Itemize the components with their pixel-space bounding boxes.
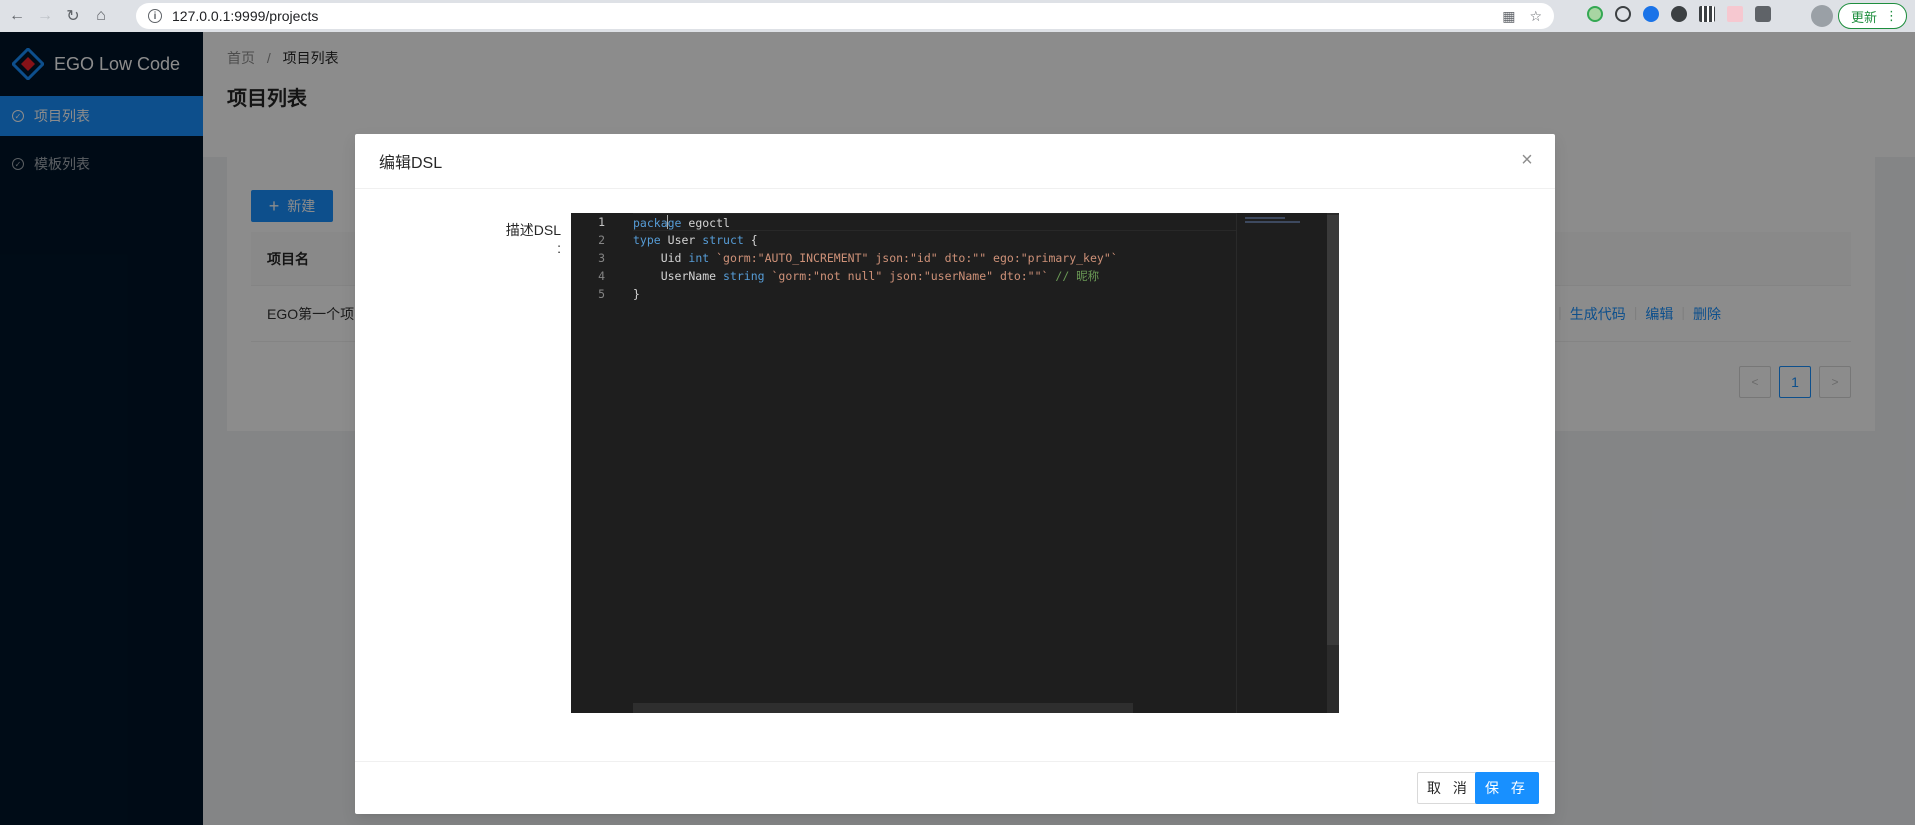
more-menu-icon[interactable]: ⋮ xyxy=(1885,8,1898,24)
code-line[interactable]: package egoctl xyxy=(633,213,1293,231)
forward-icon[interactable]: → xyxy=(34,5,56,27)
extension-blue-icon[interactable] xyxy=(1643,6,1659,22)
site-info-icon[interactable]: i xyxy=(148,9,162,23)
modal-header: 编辑DSL × xyxy=(355,134,1555,189)
dsl-field-label: 描述DSL : xyxy=(505,222,561,256)
extension-timer-icon[interactable] xyxy=(1615,6,1631,22)
horizontal-scrollbar[interactable] xyxy=(633,703,1133,713)
update-label: 更新 xyxy=(1850,9,1877,25)
code-line[interactable]: type User struct { xyxy=(633,231,1293,249)
line-number: 3 xyxy=(598,251,605,265)
close-icon[interactable]: × xyxy=(1517,150,1537,171)
extension-e-icon[interactable] xyxy=(1671,6,1687,22)
cancel-button[interactable]: 取 消 xyxy=(1417,772,1481,804)
code-line[interactable]: Uid int `gorm:"AUTO_INCREMENT" json:"id"… xyxy=(633,249,1293,267)
url-text[interactable]: 127.0.0.1:9999/projects xyxy=(172,8,318,24)
code-line[interactable]: UserName string `gorm:"not null" json:"u… xyxy=(633,267,1293,285)
home-icon[interactable]: ⌂ xyxy=(90,5,112,27)
update-button[interactable]: 更新 ⋮ xyxy=(1837,3,1907,29)
translate-icon[interactable]: ▦ xyxy=(1502,8,1515,25)
line-number: 2 xyxy=(598,233,605,247)
extension-green-icon[interactable] xyxy=(1587,6,1603,22)
modal-title: 编辑DSL xyxy=(379,155,443,172)
puzzle-icon[interactable] xyxy=(1755,6,1771,22)
text-cursor xyxy=(667,215,668,229)
browser-toolbar: ← → ↻ ⌂ i 127.0.0.1:9999/projects ▦ ☆ 更新… xyxy=(0,0,1915,32)
address-bar[interactable]: i 127.0.0.1:9999/projects ▦ ☆ xyxy=(136,3,1554,29)
scrollbar-thumb[interactable] xyxy=(1327,215,1339,645)
edit-dsl-modal: 编辑DSL × 描述DSL : 1 2 3 4 5 package egoctl… xyxy=(355,134,1555,814)
extension-red-icon[interactable] xyxy=(1727,6,1743,22)
editor-minimap[interactable] xyxy=(1236,213,1328,713)
save-button[interactable]: 保 存 xyxy=(1475,772,1539,804)
line-number-gutter: 1 2 3 4 5 xyxy=(571,213,633,713)
line-number: 5 xyxy=(598,287,605,301)
code-area[interactable]: package egoctl type User struct { Uid in… xyxy=(633,213,1293,303)
modal-footer: 取 消 保 存 xyxy=(355,761,1555,814)
code-line[interactable]: } xyxy=(633,285,1293,303)
bookmark-star-icon[interactable]: ☆ xyxy=(1529,8,1542,25)
reload-icon[interactable]: ↻ xyxy=(62,5,84,27)
profile-avatar[interactable] xyxy=(1811,5,1833,27)
back-icon[interactable]: ← xyxy=(6,5,28,27)
qr-code-icon[interactable] xyxy=(1699,6,1715,22)
code-editor[interactable]: 1 2 3 4 5 package egoctl type User struc… xyxy=(571,213,1339,713)
line-number: 1 xyxy=(598,215,605,229)
vertical-scrollbar[interactable] xyxy=(1327,213,1339,713)
line-number: 4 xyxy=(598,269,605,283)
